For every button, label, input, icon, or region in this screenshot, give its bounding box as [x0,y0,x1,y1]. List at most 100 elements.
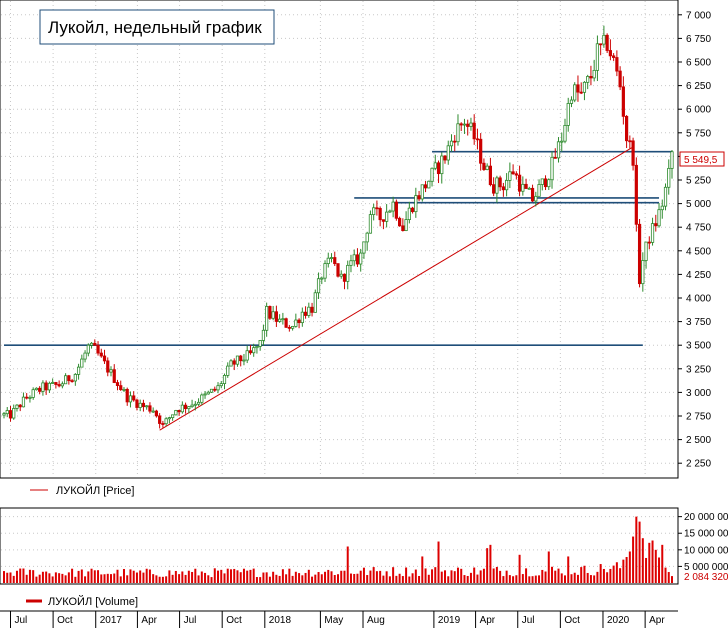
candle-body [216,385,220,391]
volume-bar [285,574,288,583]
candle-body [258,340,262,347]
candle-body [203,393,207,396]
candle-body [430,167,434,182]
candle-body [187,406,191,410]
candle-body [602,34,606,45]
volume-bar [612,565,615,583]
candle-body [242,359,246,362]
candle-body [423,184,428,189]
volume-bar [255,577,258,583]
volume-bar [508,575,511,583]
volume-bar [596,571,599,583]
candle-body [287,326,291,329]
volume-bar [401,576,404,583]
candle-body [586,76,590,83]
candle-body [667,167,671,188]
candle-body [589,76,593,79]
volume-bar [110,574,113,583]
volume-bar [362,567,365,583]
volume-bar [619,568,622,583]
volume-bar [97,570,100,583]
candle-body [540,178,544,185]
volume-bar [158,576,161,583]
volume-bar [106,573,109,583]
x-tick-label: Oct [226,615,242,626]
volume-bar [330,571,333,583]
candle-body [96,344,100,354]
price-tick-label: 5 250 [686,176,711,187]
volume-bar [502,576,505,583]
candle-body [401,225,405,231]
volume-bar [41,571,44,583]
volume-bar [651,540,654,583]
volume-bar [466,575,469,583]
volume-bar [593,575,596,583]
candle-body [235,355,240,365]
volume-bar [424,568,427,583]
candle-body [70,380,74,383]
candle-body [8,410,13,419]
price-tick-label: 4 000 [686,294,711,305]
volume-bar [12,575,15,583]
volume-bar [392,567,395,583]
volume-bar [54,572,57,583]
volume-bar [178,574,181,583]
volume-bar [307,569,310,583]
candle-body [200,394,204,403]
price-tick-label: 5 000 [686,199,711,210]
candle-body [193,403,197,406]
volume-bar [139,570,142,583]
candle-body [164,418,168,425]
volume-bar [317,572,320,583]
candle-body [80,358,84,368]
x-tick-label: Aug [367,615,385,626]
candle-body [119,385,123,390]
candle-body [566,103,570,126]
volume-bar [645,557,648,583]
price-tick-label: 7 000 [686,10,711,21]
volume-bar [499,570,502,583]
candle-body [313,292,317,313]
candle-body [647,241,651,244]
candle-body [576,84,580,93]
candle-body [106,360,110,373]
candle-body [271,311,275,319]
volume-bar [382,575,385,583]
candle-body [47,382,51,391]
volume-bar [349,573,352,583]
candle-body [229,360,233,367]
volume-bar [444,570,447,583]
volume-bar [589,575,592,583]
volume-bar [9,572,12,583]
volume-bar [661,544,664,583]
candle-body [342,273,347,282]
volume-bar [411,573,414,583]
candle-body [349,260,353,266]
volume-bar [632,536,635,583]
candle-body [86,344,90,354]
candle-body [252,347,256,354]
volume-bar [518,554,521,583]
volume-bar [482,568,485,583]
volume-bar [233,568,236,583]
candle-body [102,355,107,362]
candle-body [381,219,385,222]
candle-body [245,350,249,361]
candle-body [31,389,35,398]
candle-body [73,373,77,382]
candle-body [261,329,266,341]
candle-body [323,263,327,279]
x-tick-label: Oct [564,615,580,626]
candle-body [556,141,561,159]
volume-bar [252,568,255,583]
volume-bar [103,574,106,583]
volume-bar [67,572,70,583]
volume-bar [573,572,576,583]
candle-body [634,164,638,225]
candle-body [469,122,473,127]
volume-bar [515,575,518,583]
volume-bar [324,571,327,583]
price-tick-label: 2 500 [686,435,711,446]
volume-bar [333,575,336,583]
candle-body [453,140,457,143]
